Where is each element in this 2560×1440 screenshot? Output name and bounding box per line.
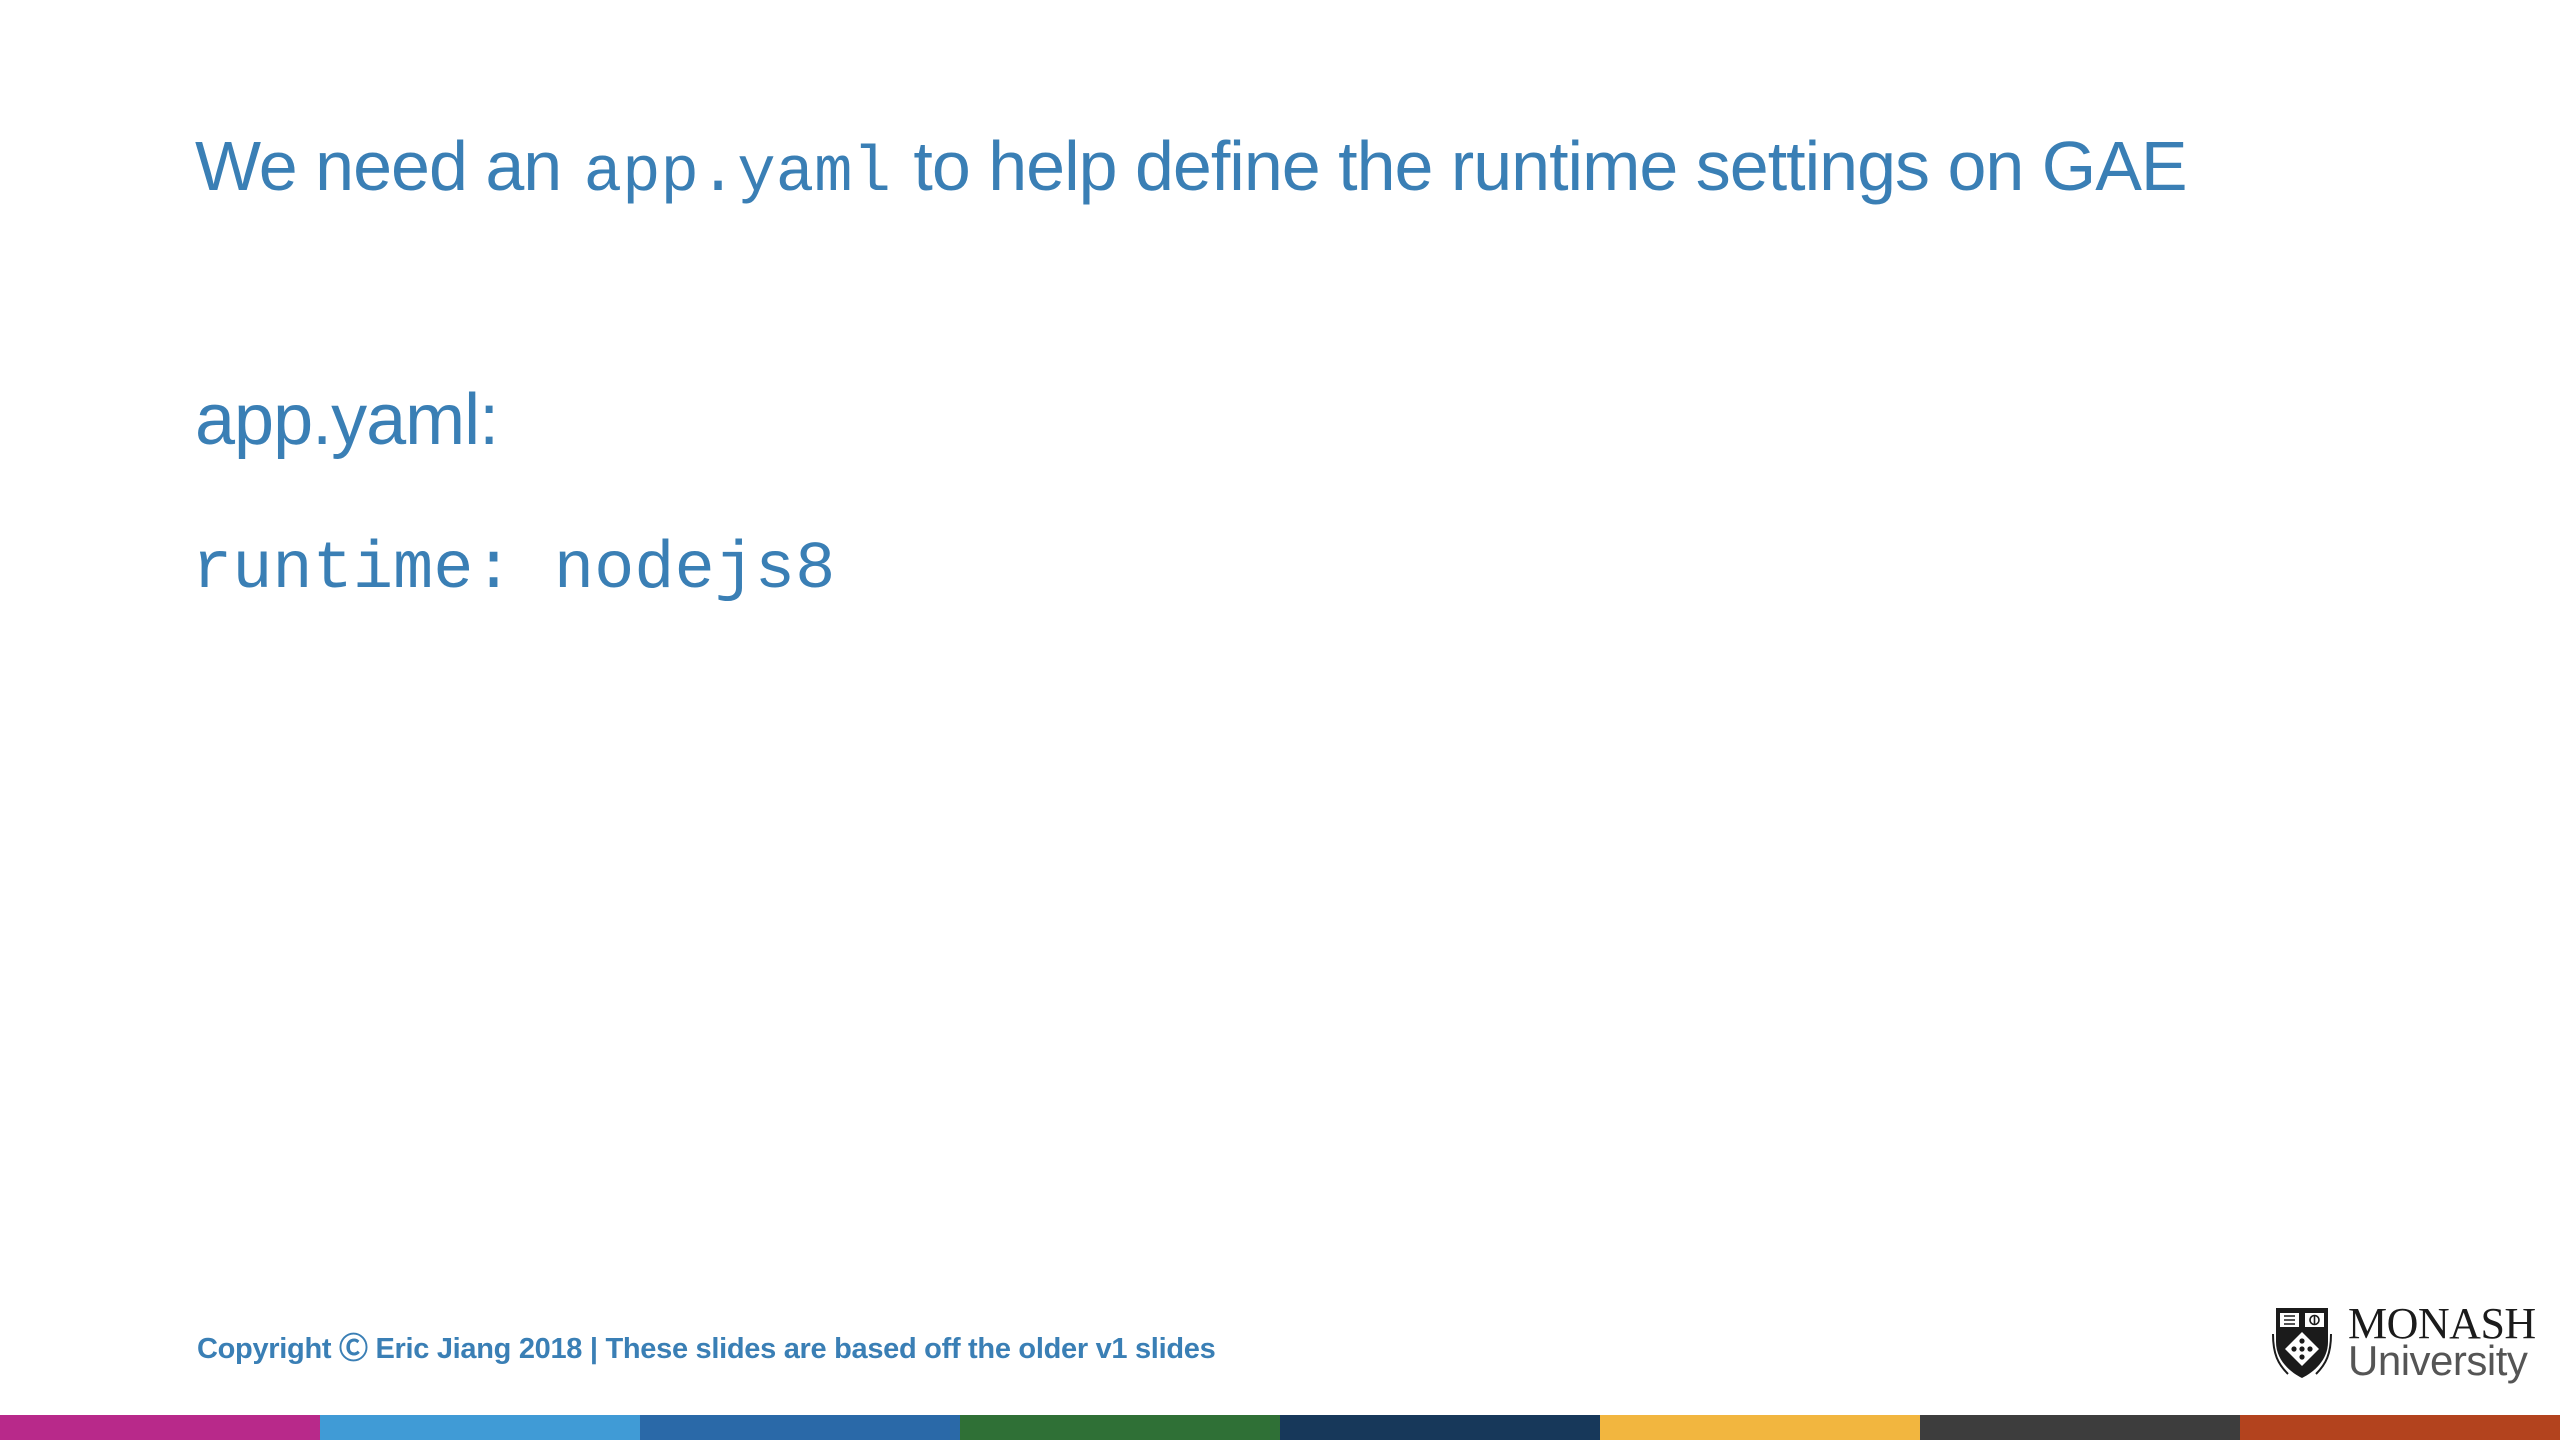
color-bar-segment	[1280, 1415, 1600, 1440]
slide-title-after: to help define the runtime settings on G…	[913, 127, 2187, 205]
color-bar-segment	[1920, 1415, 2240, 1440]
copyright-footer: Copyright Ⓒ Eric Jiang 2018 | These slid…	[197, 1333, 1216, 1365]
color-bar-segment	[960, 1415, 1280, 1440]
monash-university-logo: MONASH University	[2266, 1300, 2536, 1384]
slide-title-before: We need an	[195, 127, 562, 205]
section-heading: app.yaml:	[195, 380, 499, 460]
color-bar-segment	[0, 1415, 320, 1440]
slide: We need an app.yaml to help define the r…	[0, 0, 2560, 1440]
color-bar-segment	[640, 1415, 960, 1440]
code-line: runtime: nodejs8	[192, 532, 836, 608]
monash-crest-icon	[2272, 1308, 2332, 1378]
color-bar-segment	[2240, 1415, 2560, 1440]
color-bar-segment	[320, 1415, 640, 1440]
footer-color-bar	[0, 1415, 2560, 1440]
logo-wordmark-university: University	[2348, 1337, 2528, 1384]
slide-title: We need an app.yaml to help define the r…	[195, 118, 2188, 222]
slide-title-code: app.yaml	[583, 138, 891, 210]
color-bar-segment	[1600, 1415, 1920, 1440]
